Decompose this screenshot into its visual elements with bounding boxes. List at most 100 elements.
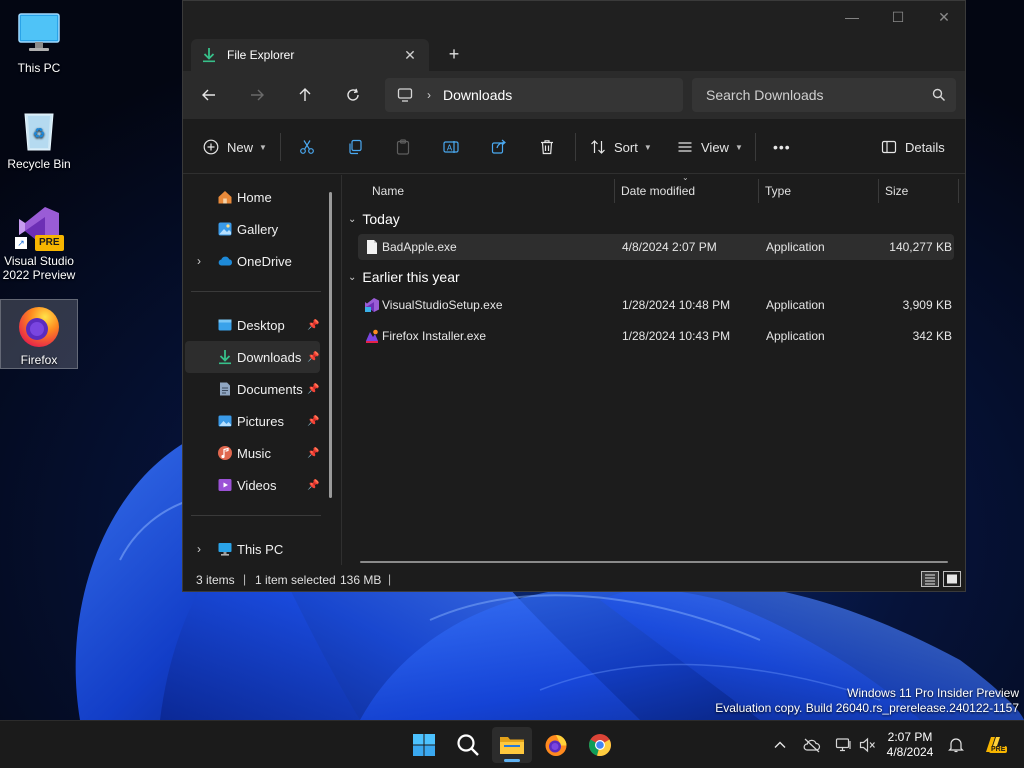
taskbar-firefox[interactable]: [536, 727, 576, 763]
file-row-badapple[interactable]: BadApple.exe 4/8/2024 2:07 PM Applicatio…: [358, 234, 954, 260]
maximize-button[interactable]: ☐: [875, 5, 921, 29]
column-divider[interactable]: [958, 179, 959, 203]
view-button[interactable]: View ▼: [677, 135, 743, 159]
group-title: Earlier this year: [362, 269, 460, 285]
rename-button[interactable]: A: [443, 135, 459, 159]
title-bar[interactable]: File Explorer ✕ + — ☐ ✕: [183, 1, 965, 71]
share-button[interactable]: [491, 135, 507, 159]
column-divider[interactable]: [614, 179, 615, 203]
sidebar-scrollbar[interactable]: [329, 192, 332, 498]
sidebar-separator: [191, 515, 321, 516]
file-type: Application: [766, 329, 825, 343]
tiles-view-button[interactable]: [943, 571, 961, 587]
system-clock[interactable]: 2:07 PM 4/8/2024: [878, 730, 942, 760]
sidebar-item-gallery[interactable]: Gallery: [185, 213, 320, 245]
file-row-visualstudiosetup[interactable]: VisualStudioSetup.exe 1/28/2024 10:48 PM…: [358, 292, 954, 318]
close-tab-icon[interactable]: ✕: [401, 47, 419, 64]
sidebar-item-pictures[interactable]: Pictures 📌: [185, 405, 320, 437]
selection-size: 136 MB: [340, 573, 382, 587]
details-view-button[interactable]: [921, 571, 939, 587]
group-header-today[interactable]: ⌄ Today: [348, 208, 400, 230]
group-header-earlier-this-year[interactable]: ⌄ Earlier this year: [348, 266, 460, 288]
sort-button[interactable]: Sort ▼: [590, 135, 652, 159]
sidebar-item-home[interactable]: Home: [185, 181, 320, 213]
copy-button[interactable]: [347, 135, 363, 159]
column-header-name[interactable]: Name: [372, 179, 404, 203]
refresh-icon: [347, 88, 359, 101]
refresh-button[interactable]: [340, 83, 366, 107]
column-header-date[interactable]: Date modified: [621, 179, 695, 203]
breadcrumb-downloads[interactable]: Downloads: [443, 87, 512, 103]
network-tray-icon[interactable]: [834, 735, 854, 755]
desktop-icon-visual-studio[interactable]: PRE ↗ Visual Studio 2022 Preview: [0, 203, 78, 287]
details-pane-icon: [881, 140, 897, 154]
start-button[interactable]: [404, 727, 444, 763]
address-bar[interactable]: › Downloads: [385, 78, 683, 112]
pin-icon: 📌: [307, 319, 320, 331]
preview-badge: PRE: [989, 746, 1008, 753]
sidebar-item-label: Gallery: [237, 221, 279, 237]
chevron-down-icon: ▼: [643, 142, 652, 152]
pin-icon: 📌: [307, 479, 320, 491]
details-pane-button[interactable]: Details: [881, 135, 945, 159]
file-row-firefox-installer[interactable]: Firefox Installer.exe 1/28/2024 10:43 PM…: [358, 323, 954, 349]
column-divider[interactable]: [758, 179, 759, 203]
minimize-button[interactable]: —: [829, 5, 875, 29]
onedrive-tray-icon[interactable]: [802, 735, 822, 755]
share-icon: [491, 139, 506, 154]
forward-button[interactable]: [244, 83, 270, 107]
back-button[interactable]: [196, 83, 222, 107]
close-window-button[interactable]: ✕: [921, 5, 965, 29]
chrome-icon: [589, 734, 611, 757]
chevron-right-icon[interactable]: ›: [197, 254, 201, 268]
volume-tray-icon[interactable]: [858, 735, 878, 755]
copy-icon: [349, 139, 362, 155]
monitor-icon: [15, 10, 63, 58]
paste-button[interactable]: [395, 135, 411, 159]
column-divider[interactable]: [878, 179, 879, 203]
file-type: Application: [766, 240, 825, 254]
cut-button[interactable]: [299, 135, 315, 159]
desktop-icon-recycle-bin[interactable]: ♻ Recycle Bin: [0, 106, 78, 176]
sidebar-item-desktop[interactable]: Desktop 📌: [185, 309, 320, 341]
more-options-button[interactable]: •••: [773, 135, 791, 159]
sidebar-item-music[interactable]: Music 📌: [185, 437, 320, 469]
notifications-button[interactable]: [946, 735, 966, 755]
up-button[interactable]: [292, 83, 318, 107]
pin-icon: 📌: [307, 351, 320, 363]
desktop-icon-this-pc[interactable]: This PC: [0, 10, 78, 80]
toolbar-divider: [575, 133, 576, 161]
sidebar-item-videos[interactable]: Videos 📌: [185, 469, 320, 501]
sidebar-item-onedrive[interactable]: › OneDrive: [185, 245, 320, 277]
tab-file-explorer[interactable]: File Explorer ✕: [191, 39, 429, 71]
delete-button[interactable]: [539, 135, 555, 159]
pictures-icon: [217, 413, 233, 429]
show-hidden-icons-button[interactable]: [770, 735, 790, 755]
monitor-icon: [397, 88, 413, 102]
sidebar-item-documents[interactable]: Documents 📌: [185, 373, 320, 405]
search-button[interactable]: [448, 727, 488, 763]
chevron-right-icon[interactable]: ›: [197, 542, 201, 556]
copilot-preview-button[interactable]: PRE: [980, 735, 1008, 755]
toolbar-divider: [755, 133, 756, 161]
new-tab-button[interactable]: +: [443, 43, 465, 65]
desktop-icon-firefox[interactable]: Firefox: [0, 299, 78, 369]
cloud-off-icon: [803, 738, 821, 753]
firefox-installer-icon: [364, 328, 380, 344]
sidebar-item-label: This PC: [237, 541, 284, 557]
file-list: Name ⌄ Date modified Type Size ⌄ Today B…: [342, 173, 965, 565]
column-header-type[interactable]: Type: [765, 179, 791, 203]
search-input[interactable]: Search Downloads: [692, 78, 956, 112]
application-file-icon: [364, 239, 380, 255]
sidebar-item-downloads[interactable]: Downloads 📌: [185, 341, 320, 373]
new-button[interactable]: New ▼: [203, 135, 267, 159]
taskbar-chrome[interactable]: [580, 727, 620, 763]
search-icon: [457, 734, 479, 756]
horizontal-scrollbar[interactable]: [360, 561, 948, 563]
sidebar-item-label: OneDrive: [237, 253, 292, 269]
watermark-edition: Windows 11 Pro Insider Preview: [847, 686, 1019, 700]
column-header-size[interactable]: Size: [885, 179, 908, 203]
file-name: Firefox Installer.exe: [382, 329, 487, 343]
sidebar-item-this-pc[interactable]: › This PC: [185, 533, 320, 565]
taskbar-file-explorer[interactable]: [492, 727, 532, 763]
